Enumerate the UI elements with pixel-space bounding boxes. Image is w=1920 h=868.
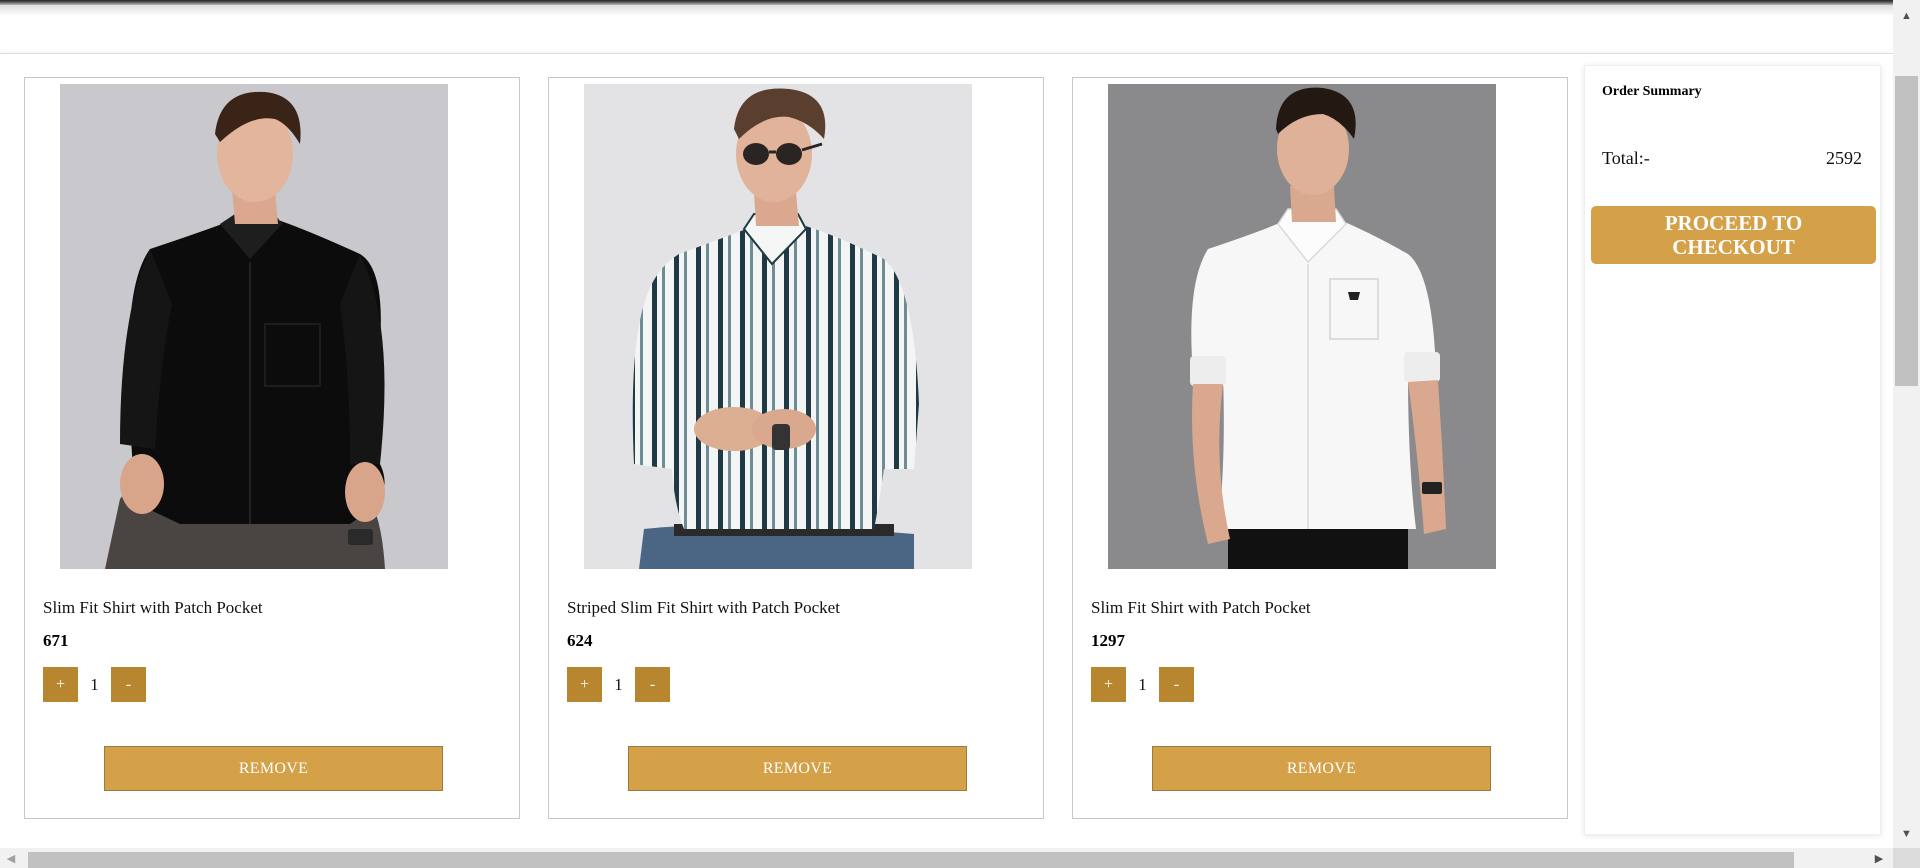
product-image [60, 84, 448, 569]
increase-quantity-button[interactable]: + [43, 667, 78, 702]
quantity-value: 1 [614, 674, 623, 694]
cart-item-card: Striped Slim Fit Shirt with Patch Pocket… [548, 77, 1044, 819]
product-photo-striped-shirt [584, 84, 972, 569]
top-bar-shadow [0, 0, 1893, 16]
remove-item-button[interactable]: REMOVE [1152, 746, 1491, 791]
increase-quantity-button[interactable]: + [1091, 667, 1126, 702]
scroll-right-arrow-icon[interactable]: ▶ [1868, 848, 1890, 868]
quantity-stepper: + 1 - [43, 667, 146, 702]
product-photo-white-shirt [1108, 84, 1496, 569]
total-label: Total:- [1602, 148, 1650, 168]
decrease-quantity-button[interactable]: - [635, 667, 670, 702]
quantity-value: 1 [1138, 674, 1147, 694]
product-name: Slim Fit Shirt with Patch Pocket [1091, 598, 1311, 617]
quantity-value: 1 [90, 674, 99, 694]
cart-item-card: Slim Fit Shirt with Patch Pocket 671 + 1… [24, 77, 520, 819]
decrease-quantity-button[interactable]: - [1159, 667, 1194, 702]
cart-item-card: Slim Fit Shirt with Patch Pocket 1297 + … [1072, 77, 1568, 819]
product-image [584, 84, 972, 569]
proceed-to-checkout-button[interactable]: PROCEED TO CHECKOUT [1591, 206, 1876, 264]
remove-item-button[interactable]: REMOVE [628, 746, 967, 791]
remove-item-button[interactable]: REMOVE [104, 746, 443, 791]
order-summary-title: Order Summary [1602, 84, 1702, 99]
product-name: Striped Slim Fit Shirt with Patch Pocket [567, 598, 840, 617]
quantity-stepper: + 1 - [567, 667, 670, 702]
product-name: Slim Fit Shirt with Patch Pocket [43, 598, 263, 617]
order-summary-panel: Order Summary Total:- 2592 PROCEED TO CH… [1584, 65, 1881, 835]
viewport: Slim Fit Shirt with Patch Pocket 671 + 1… [0, 0, 1920, 868]
total-value: 2592 [1826, 148, 1862, 168]
product-photo-black-shirt [60, 84, 448, 569]
decrease-quantity-button[interactable]: - [111, 667, 146, 702]
quantity-stepper: + 1 - [1091, 667, 1194, 702]
product-price: 624 [567, 631, 593, 650]
scroll-left-arrow-icon[interactable]: ◀ [0, 848, 22, 868]
product-price: 1297 [1091, 631, 1125, 650]
product-image [1108, 84, 1496, 569]
scroll-down-arrow-icon[interactable]: ▼ [1893, 824, 1920, 844]
vertical-scrollbar-thumb[interactable] [1895, 76, 1918, 386]
product-price: 671 [43, 631, 69, 650]
scroll-up-arrow-icon[interactable]: ▲ [1893, 6, 1920, 26]
increase-quantity-button[interactable]: + [567, 667, 602, 702]
scrollbar-corner [1893, 848, 1920, 868]
horizontal-scrollbar-thumb[interactable] [28, 852, 1794, 868]
